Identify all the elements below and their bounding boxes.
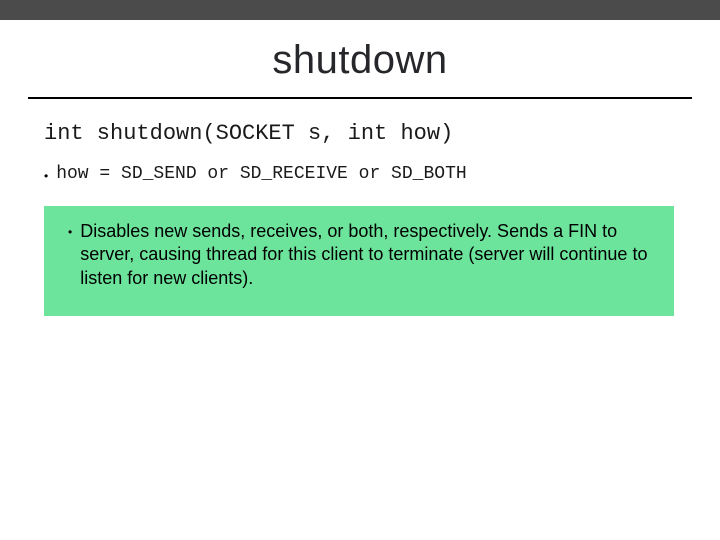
content-area: int shutdown(SOCKET s, int how) • how = … — [0, 99, 720, 316]
bullet-icon: • — [68, 220, 72, 244]
how-bullet-row: • how = SD_SEND or SD_RECEIVE or SD_BOTH — [44, 164, 686, 188]
function-signature: int shutdown(SOCKET s, int how) — [44, 121, 686, 146]
top-bar — [0, 0, 720, 20]
highlight-inner: • Disables new sends, receives, or both,… — [62, 220, 656, 290]
bullet-icon: • — [44, 164, 48, 188]
slide-title: shutdown — [272, 38, 447, 83]
slide: shutdown int shutdown(SOCKET s, int how)… — [0, 0, 720, 540]
title-wrap: shutdown — [0, 20, 720, 83]
description-text: Disables new sends, receives, or both, r… — [80, 220, 656, 290]
how-values: how = SD_SEND or SD_RECEIVE or SD_BOTH — [56, 164, 466, 184]
highlight-box: • Disables new sends, receives, or both,… — [44, 206, 674, 316]
